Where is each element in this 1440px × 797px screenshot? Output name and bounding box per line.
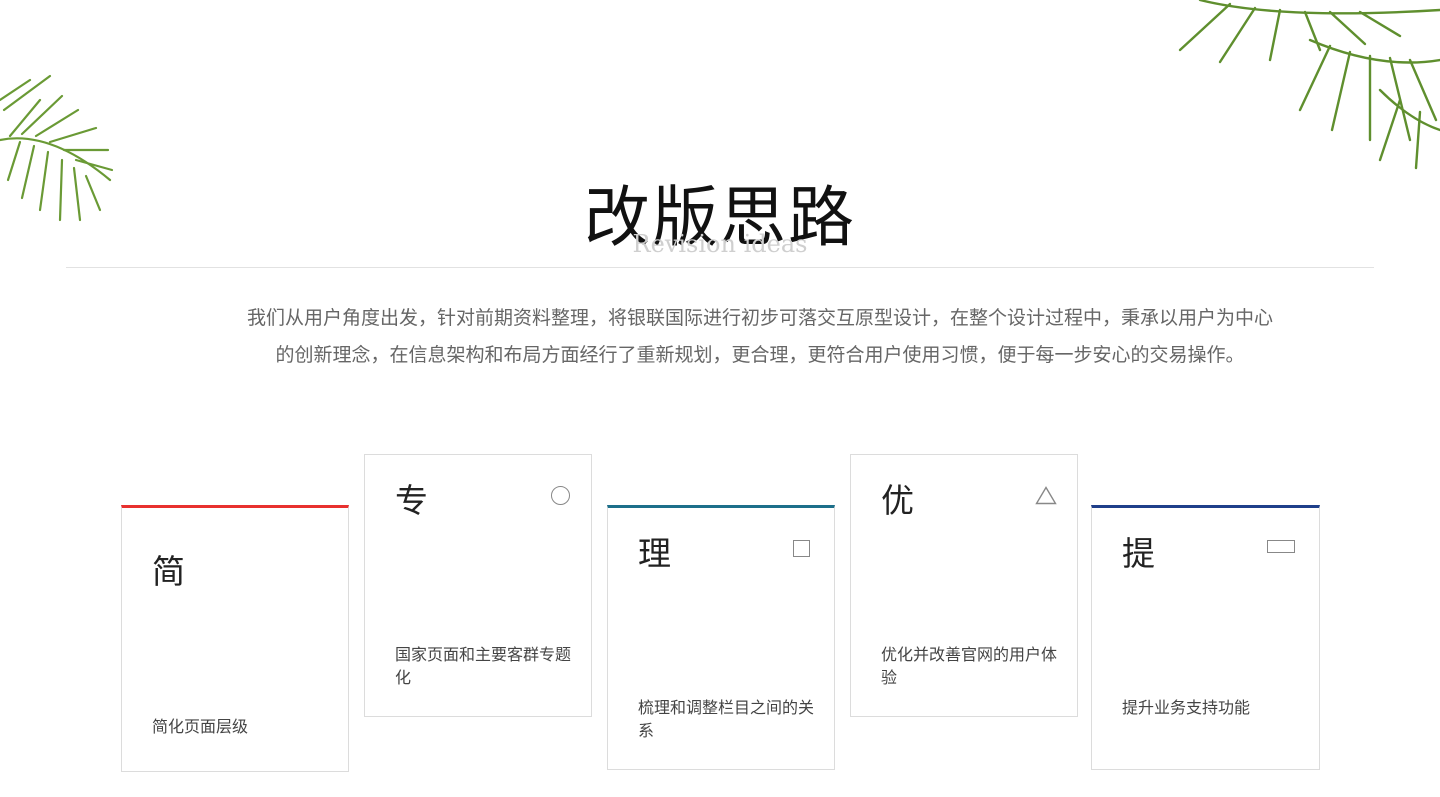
- rectangle-icon: [1267, 540, 1295, 553]
- palm-leaves-right-icon: [1178, 0, 1440, 170]
- page-subtitle: Revision ideas: [632, 230, 808, 258]
- card-title: 提: [1122, 534, 1155, 573]
- circle-icon: [551, 486, 570, 505]
- card-title: 优: [881, 481, 914, 520]
- triangle-icon: [1035, 486, 1057, 505]
- title-divider: [66, 267, 1374, 268]
- card-description: 梳理和调整栏目之间的关系: [638, 698, 815, 740]
- card-title: 简: [152, 552, 185, 591]
- intro-line-2: 的创新理念，在信息架构和布局方面经行了重新规划，更合理，更符合用户使用习惯，便于…: [275, 344, 1245, 366]
- card-specialize[interactable]: 专 国家页面和主要客群专题化: [364, 454, 592, 717]
- intro-paragraph: 我们从用户角度出发，针对前期资料整理，将银联国际进行初步可落交互原型设计，在整个…: [140, 300, 1380, 374]
- card-title: 专: [395, 481, 428, 520]
- card-description: 优化并改善官网的用户体验: [881, 645, 1058, 687]
- card-improve[interactable]: 提 提升业务支持功能: [1091, 505, 1320, 770]
- card-simplify[interactable]: 简 简化页面层级: [121, 505, 349, 772]
- card-description: 国家页面和主要客群专题化: [395, 645, 572, 687]
- intro-line-1: 我们从用户角度出发，针对前期资料整理，将银联国际进行初步可落交互原型设计，在整个…: [246, 307, 1273, 329]
- card-description: 简化页面层级: [152, 717, 249, 736]
- card-organize[interactable]: 理 梳理和调整栏目之间的关系: [607, 505, 835, 770]
- card-title: 理: [638, 534, 671, 573]
- square-icon: [793, 540, 810, 557]
- card-description: 提升业务支持功能: [1122, 698, 1251, 717]
- palm-leaves-right-decoration: [1080, 0, 1440, 170]
- card-optimize[interactable]: 优 优化并改善官网的用户体验: [850, 454, 1078, 717]
